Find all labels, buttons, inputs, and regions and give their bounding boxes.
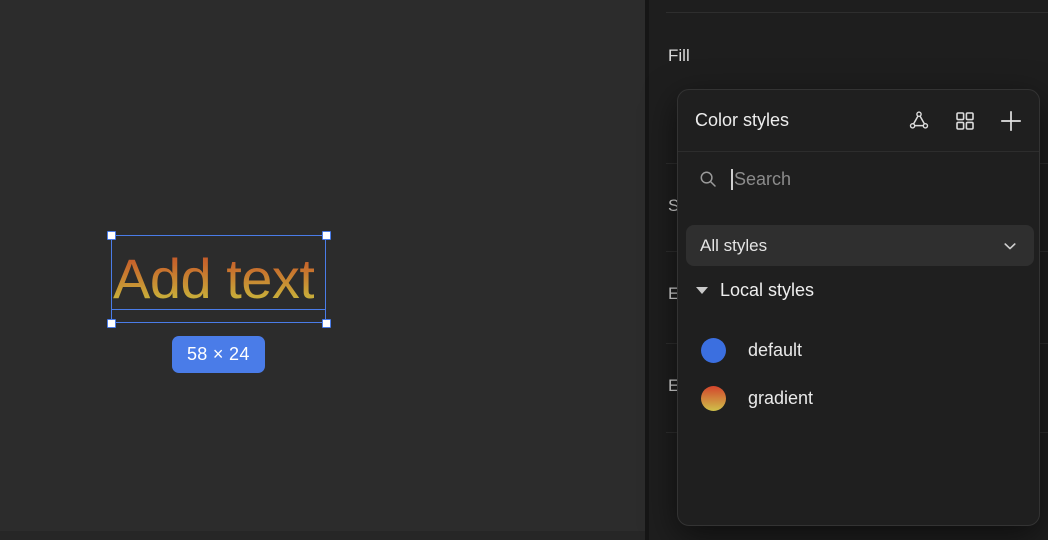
- vector-node-icon: [909, 111, 929, 129]
- local-styles-group-label: Local styles: [720, 280, 815, 300]
- panel-divider: [666, 12, 1048, 13]
- style-list-item-default[interactable]: default: [686, 331, 1034, 369]
- text-caret: [731, 168, 733, 190]
- selection-size-badge: 58 × 24: [172, 336, 265, 373]
- style-name: default: [748, 339, 803, 360]
- style-search-field[interactable]: Search: [678, 152, 1039, 206]
- resize-handle-top-right[interactable]: [322, 231, 331, 240]
- create-style-button[interactable]: [997, 107, 1025, 135]
- color-styles-popover: Color styles Search All styles Local sty…: [677, 89, 1040, 526]
- figma-like-editor: Add text 58 × 24 Fill S E E Color styles…: [0, 0, 1048, 540]
- canvas-bottom-strip: [0, 531, 645, 540]
- local-styles-group-header[interactable]: Local styles: [686, 280, 814, 301]
- resize-handle-bottom-right[interactable]: [322, 319, 331, 328]
- design-canvas[interactable]: Add text 58 × 24: [0, 0, 645, 531]
- resize-handle-top-left[interactable]: [107, 231, 116, 240]
- popover-header: Color styles: [678, 90, 1039, 152]
- popover-header-actions: [905, 107, 1025, 135]
- color-swatch: [701, 385, 726, 411]
- color-swatch: [701, 337, 726, 363]
- text-baseline-guide: [111, 309, 326, 310]
- plus-icon: [1000, 110, 1022, 132]
- style-name: gradient: [748, 387, 814, 408]
- section-label-fill: Fill: [668, 46, 690, 65]
- resize-handle-bottom-left[interactable]: [107, 319, 116, 328]
- style-filter-dropdown[interactable]: All styles: [686, 225, 1034, 266]
- chevron-down-icon: [696, 287, 708, 294]
- grid-view-icon: [956, 112, 974, 130]
- chevron-down-icon: [1004, 242, 1016, 249]
- grid-view-button[interactable]: [951, 107, 979, 135]
- vector-node-button[interactable]: [905, 107, 933, 135]
- popover-title: Color styles: [695, 110, 790, 130]
- style-filter-value: All styles: [700, 235, 768, 255]
- style-list-item-gradient[interactable]: gradient: [686, 379, 1034, 417]
- search-icon: [697, 168, 719, 190]
- search-placeholder: Search: [734, 168, 792, 189]
